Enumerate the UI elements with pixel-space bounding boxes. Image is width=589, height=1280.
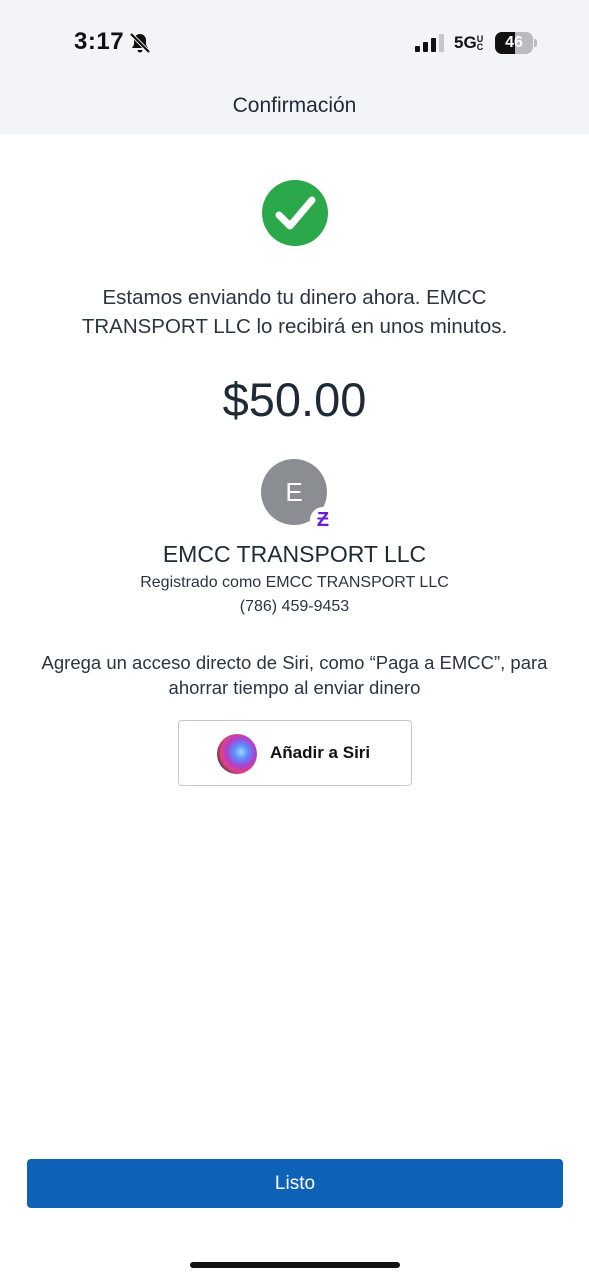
- status-bar: 3:17 5GUC 46: [0, 0, 589, 80]
- home-indicator[interactable]: [190, 1262, 400, 1268]
- page-title: Confirmación: [232, 94, 357, 117]
- cellular-signal-icon: [415, 34, 444, 52]
- battery-level: 46: [505, 34, 523, 51]
- siri-shortcut-prompt: Agrega un acceso directo de Siri, como “…: [41, 652, 548, 698]
- add-to-siri-button[interactable]: Añadir a Siri: [178, 720, 412, 786]
- confirmation-message: Estamos enviando tu dinero ahora. EMCC T…: [81, 286, 508, 338]
- zelle-logo-icon: Ƶ: [310, 507, 336, 533]
- recipient-name: EMCC TRANSPORT LLC: [162, 541, 427, 567]
- recipient-phone: (786) 459-9453: [239, 598, 350, 615]
- add-to-siri-label: Añadir a Siri: [270, 743, 371, 762]
- network-label: 5G: [454, 33, 477, 52]
- done-button[interactable]: Listo: [27, 1159, 563, 1208]
- bell-muted-icon: [129, 32, 151, 54]
- recipient-registered-as: Registrado como EMCC TRANSPORT LLC: [140, 574, 449, 591]
- payment-amount: $50.00: [222, 373, 367, 426]
- network-type-label: 5GUC: [454, 33, 486, 53]
- nav-bar: Confirmación: [0, 80, 589, 134]
- network-suffix-label: UC: [476, 34, 484, 52]
- siri-icon: [217, 734, 257, 774]
- status-time: 3:17: [74, 28, 125, 55]
- check-circle-icon: [262, 180, 328, 246]
- battery-icon: 46: [495, 32, 537, 54]
